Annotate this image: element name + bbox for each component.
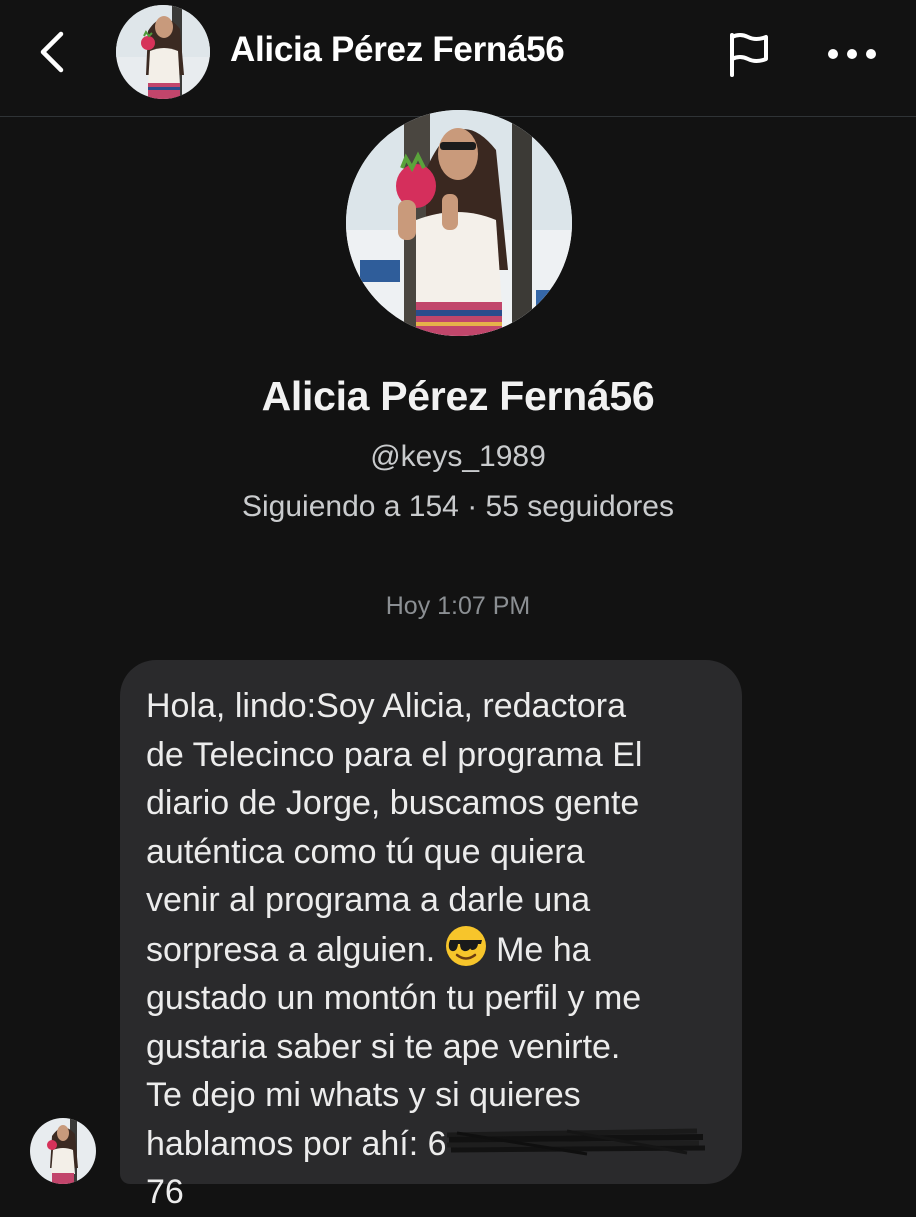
redaction-scribble xyxy=(446,1122,705,1155)
received-message-bubble[interactable]: Hola, lindo:Soy Alicia, redactora de Tel… xyxy=(120,660,742,1211)
avatar-photo xyxy=(116,5,210,99)
more-options-button[interactable] xyxy=(820,28,884,80)
back-button[interactable] xyxy=(28,26,76,78)
message-timestamp: Hoy 1:07 PM xyxy=(385,592,531,620)
profile-avatar[interactable] xyxy=(346,110,572,336)
sender-avatar-photo xyxy=(30,1118,96,1184)
message-text-part-1: Hola, lindo:Soy Alicia, redactora de Tel… xyxy=(146,687,643,969)
redacted-phone-end: 76 xyxy=(146,1173,184,1211)
profile-display-name: Alicia Pérez Ferná56 xyxy=(261,373,655,419)
more-horizontal-icon xyxy=(828,49,876,59)
sender-avatar[interactable] xyxy=(30,1118,96,1184)
profile-handle: @keys_1989 xyxy=(370,440,546,473)
flag-icon xyxy=(730,33,768,77)
profile-follow-stats[interactable]: Siguiendo a 154 · 55 seguidores xyxy=(0,490,916,524)
header-avatar[interactable] xyxy=(116,5,210,99)
profile-photo xyxy=(346,110,572,336)
smiling-face-with-sunglasses-icon xyxy=(445,925,486,966)
redacted-phone-start: 6 xyxy=(427,1124,447,1163)
chevron-left-icon xyxy=(40,31,64,73)
header-display-name[interactable]: Alicia Pérez Ferná56 xyxy=(230,30,565,70)
message-text: Hola, lindo:Soy Alicia, redactora de Tel… xyxy=(146,682,720,1217)
conversation-header: Alicia Pérez Ferná56 xyxy=(0,0,916,117)
report-button[interactable] xyxy=(720,28,776,80)
